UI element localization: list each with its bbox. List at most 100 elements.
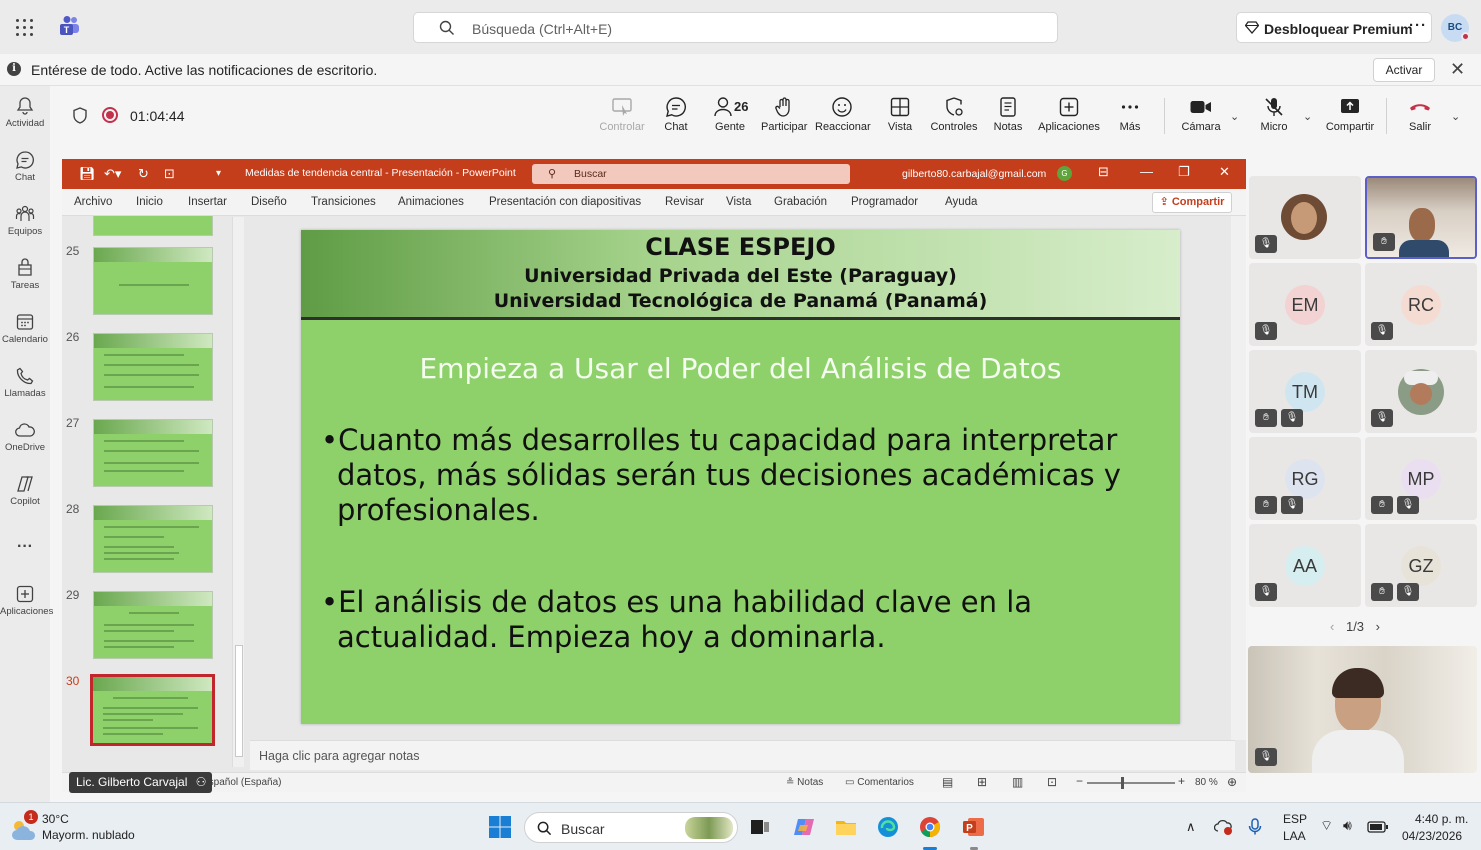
- more-button[interactable]: Más: [1112, 96, 1148, 133]
- participant-tile[interactable]: RC 🎙︎: [1365, 263, 1477, 346]
- rail-item-apps[interactable]: Aplicaciones: [0, 584, 53, 617]
- tab-ayuda[interactable]: Ayuda: [945, 196, 977, 208]
- powerpoint-search-input[interactable]: ⚲ Buscar: [532, 164, 850, 184]
- tab-vista[interactable]: Vista: [726, 196, 751, 208]
- rail-item-calendar[interactable]: Calendario: [0, 312, 50, 345]
- app-launcher-icon[interactable]: [16, 19, 34, 37]
- edge-icon[interactable]: [876, 815, 900, 839]
- microphone-icon[interactable]: [1248, 818, 1262, 836]
- ribbon-display-icon[interactable]: ⊟: [1098, 164, 1109, 180]
- next-page-icon[interactable]: ›: [1376, 619, 1380, 634]
- tab-archivo[interactable]: Archivo: [74, 196, 112, 208]
- chrome-icon[interactable]: [918, 815, 942, 839]
- slide-sorter-icon[interactable]: ⊞: [977, 775, 987, 789]
- apps-button[interactable]: Aplicaciones: [1036, 96, 1102, 133]
- participant-tile[interactable]: RG ✋︎ 🎙︎: [1249, 437, 1361, 520]
- comments-toggle[interactable]: ▭ Comentarios: [845, 777, 914, 788]
- clock-time[interactable]: 4:40 p. m.: [1415, 812, 1468, 826]
- undo-icon[interactable]: ↶▾: [104, 166, 121, 182]
- tab-animaciones[interactable]: Animaciones: [398, 196, 464, 208]
- windows-start-icon[interactable]: [488, 815, 512, 839]
- speaker-notes-input[interactable]: Haga clic para agregar notas: [250, 740, 1235, 770]
- notes-button[interactable]: Notas: [988, 96, 1028, 133]
- mic-button[interactable]: Micro: [1256, 96, 1292, 133]
- participant-tile[interactable]: 🎙︎: [1249, 176, 1361, 259]
- customize-quick-access-icon[interactable]: ▾: [216, 168, 221, 179]
- unlock-premium-button[interactable]: Desbloquear Premium ···: [1236, 12, 1432, 43]
- rail-item-calls[interactable]: Llamadas: [0, 366, 50, 399]
- share-button[interactable]: ⇪ Compartir: [1152, 192, 1232, 213]
- leave-options-chevron-icon[interactable]: ⌄: [1451, 110, 1460, 123]
- close-icon[interactable]: ✕: [1450, 59, 1465, 80]
- slide-thumbnail[interactable]: [93, 591, 213, 659]
- participant-tile[interactable]: MP ✋︎ 🎙︎: [1365, 437, 1477, 520]
- slide-thumbnail[interactable]: [93, 216, 213, 236]
- powerpoint-icon[interactable]: P: [962, 815, 986, 839]
- rail-item-teams[interactable]: Equipos: [0, 204, 50, 237]
- slide-scrollbar[interactable]: [1231, 216, 1246, 740]
- participant-tile[interactable]: AA 🎙︎: [1249, 524, 1361, 607]
- slide-thumbnail[interactable]: [93, 247, 213, 315]
- close-icon[interactable]: ✕: [1219, 164, 1230, 180]
- zoom-slider-knob[interactable]: [1121, 777, 1124, 789]
- participant-tile-active[interactable]: ✋︎: [1365, 176, 1477, 259]
- share-button[interactable]: Compartir: [1324, 96, 1376, 133]
- task-view-icon[interactable]: [748, 815, 772, 839]
- zoom-level[interactable]: 80 %: [1195, 777, 1218, 788]
- restore-icon[interactable]: ❐: [1178, 164, 1190, 180]
- normal-view-icon[interactable]: ▤: [942, 775, 953, 789]
- wifi-icon[interactable]: ⌔: [1320, 817, 1333, 835]
- rail-item-copilot[interactable]: Copilot: [0, 474, 50, 507]
- tab-inicio[interactable]: Inicio: [136, 196, 163, 208]
- battery-icon[interactable]: [1367, 821, 1389, 833]
- participant-tile[interactable]: EM 🎙︎: [1249, 263, 1361, 346]
- mic-options-chevron-icon[interactable]: ⌄: [1303, 110, 1312, 123]
- tab-presentacion[interactable]: Presentación con diapositivas: [489, 196, 641, 208]
- zoom-in-icon[interactable]: +: [1178, 774, 1185, 788]
- account-email[interactable]: gilberto80.carbajal@gmail.com: [902, 168, 1046, 180]
- thumbnails-scrollbar[interactable]: [232, 217, 244, 767]
- controls-button[interactable]: Controles: [928, 96, 980, 133]
- shield-icon[interactable]: [72, 107, 88, 124]
- tab-insertar[interactable]: Insertar: [188, 196, 227, 208]
- people-button[interactable]: 26 Gente: [708, 96, 752, 133]
- keyboard-layout[interactable]: LAA: [1283, 829, 1306, 843]
- leave-button[interactable]: Salir: [1402, 96, 1438, 133]
- tab-grabacion[interactable]: Grabación: [774, 196, 827, 208]
- rail-item-activity[interactable]: Actividad: [0, 96, 50, 129]
- minimize-icon[interactable]: —: [1140, 164, 1153, 179]
- slide-thumbnail-selected[interactable]: [90, 674, 215, 746]
- rail-more-icon[interactable]: ···: [0, 538, 50, 556]
- zoom-out-icon[interactable]: −: [1076, 774, 1083, 788]
- tab-transiciones[interactable]: Transiciones: [311, 196, 376, 208]
- onedrive-sync-icon[interactable]: [1214, 818, 1234, 836]
- camera-options-chevron-icon[interactable]: ⌄: [1230, 110, 1239, 123]
- control-button[interactable]: Controlar: [598, 96, 646, 133]
- tab-revisar[interactable]: Revisar: [665, 196, 704, 208]
- save-icon[interactable]: 💾︎: [79, 166, 96, 182]
- taskbar-search-input[interactable]: Buscar: [524, 812, 738, 843]
- copilot-icon[interactable]: [792, 815, 816, 839]
- show-hidden-icons-chevron-icon[interactable]: ∧: [1186, 819, 1196, 835]
- language-indicator[interactable]: Español (España): [202, 777, 282, 788]
- clock-date[interactable]: 04/23/2026: [1402, 829, 1462, 843]
- fit-slide-icon[interactable]: ⊕: [1227, 775, 1237, 789]
- input-language[interactable]: ESP: [1283, 812, 1307, 826]
- tab-diseno[interactable]: Diseño: [251, 196, 287, 208]
- zoom-slider[interactable]: [1087, 777, 1175, 789]
- search-input[interactable]: Búsqueda (Ctrl+Alt+E): [413, 12, 1058, 43]
- slideshow-icon[interactable]: ⊡: [1047, 775, 1057, 789]
- view-button[interactable]: Vista: [879, 96, 921, 133]
- tab-programador[interactable]: Programador: [851, 196, 918, 208]
- activate-notifications-button[interactable]: Activar: [1373, 58, 1435, 82]
- present-icon[interactable]: ⊡: [164, 166, 175, 182]
- slide-thumbnail[interactable]: [93, 419, 213, 487]
- notes-toggle[interactable]: ≗ Notas: [786, 777, 823, 788]
- slide-thumbnail[interactable]: [93, 505, 213, 573]
- participant-tile[interactable]: TM ✋︎ 🎙︎: [1249, 350, 1361, 433]
- slide-thumbnail[interactable]: [93, 333, 213, 401]
- rail-item-tasks[interactable]: Tareas: [0, 258, 50, 291]
- react-button[interactable]: Reaccionar: [815, 96, 871, 133]
- rail-item-chat[interactable]: Chat: [0, 150, 50, 183]
- chat-button[interactable]: Chat: [654, 96, 698, 133]
